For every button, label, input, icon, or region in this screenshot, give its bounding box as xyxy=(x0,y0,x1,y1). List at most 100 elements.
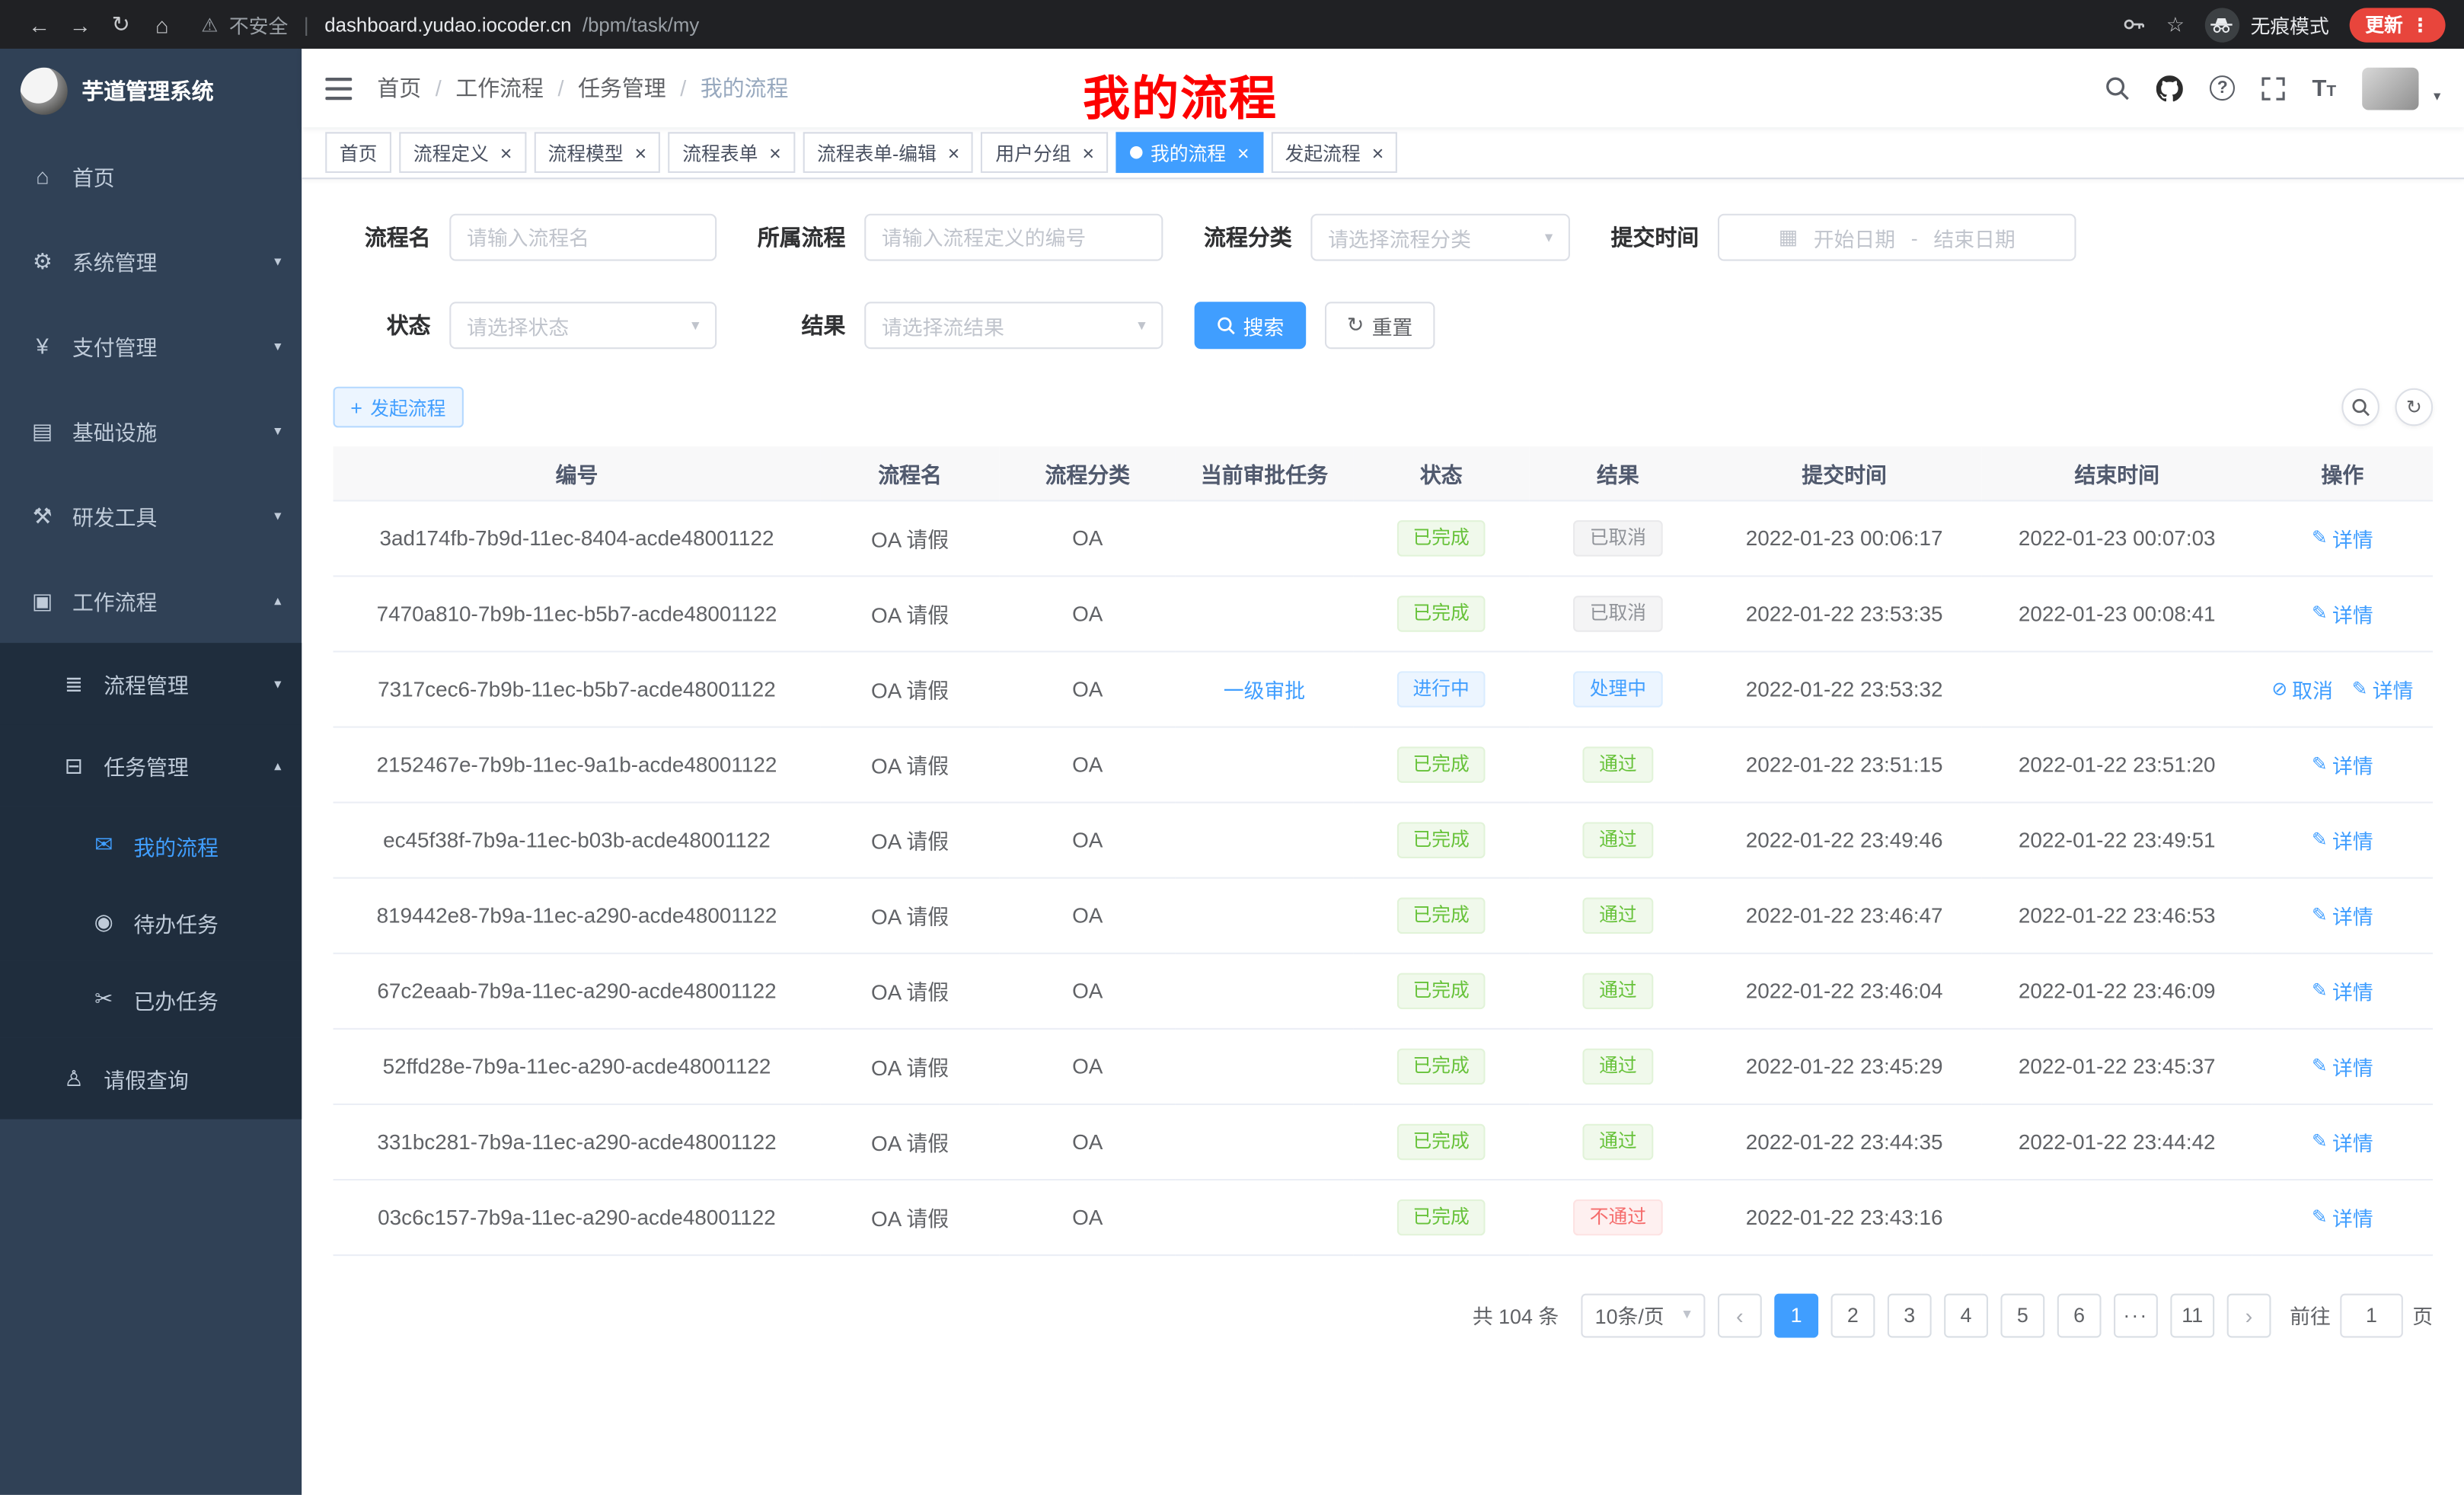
sidebar-item-leave-query[interactable]: ♙请假查询 xyxy=(0,1037,302,1119)
prev-page-button[interactable]: ‹ xyxy=(1718,1293,1762,1337)
detail-action-link[interactable]: ✎详情 xyxy=(2312,1202,2373,1231)
help-icon[interactable]: ? xyxy=(2210,75,2235,101)
toggle-search-button[interactable] xyxy=(2341,388,2379,426)
tab-close-icon[interactable]: × xyxy=(634,142,646,163)
github-icon[interactable] xyxy=(2156,75,2183,101)
reload-icon[interactable]: ↻ xyxy=(101,11,142,37)
page-button-1[interactable]: 1 xyxy=(1774,1293,1818,1337)
screen: ← → ↻ ⌂ ⚠ 不安全 | dashboard.yudao.iocoder.… xyxy=(0,0,2464,1495)
tab-process-form[interactable]: 流程表单× xyxy=(669,132,795,173)
page-button-3[interactable]: 3 xyxy=(1888,1293,1932,1337)
tab-close-icon[interactable]: × xyxy=(500,142,512,163)
home-icon[interactable]: ⌂ xyxy=(142,11,183,37)
next-page-button[interactable]: › xyxy=(2227,1293,2271,1337)
sidebar-item-infrastructure[interactable]: ▤基础设施▾ xyxy=(0,388,302,473)
cancel-action-link[interactable]: ⊘取消 xyxy=(2271,673,2333,703)
detail-action-link[interactable]: ✎详情 xyxy=(2312,825,2373,855)
update-button[interactable]: 更新 ⋮ xyxy=(2350,7,2446,41)
detail-action-link[interactable]: ✎详情 xyxy=(2312,1126,2373,1156)
key-icon[interactable] xyxy=(2122,13,2146,37)
sidebar-item-my-process[interactable]: ✉我的流程 xyxy=(0,807,302,883)
goto-page: 前往 页 xyxy=(2290,1293,2433,1337)
sidebar-item-task-management[interactable]: ⊟任务管理▴ xyxy=(0,725,302,807)
pagination-more[interactable]: ··· xyxy=(2114,1293,2158,1337)
sidebar-item-workflow[interactable]: ▣工作流程▴ xyxy=(0,558,302,643)
sidebar-item-done-tasks[interactable]: ✂已办任务 xyxy=(0,960,302,1037)
tab-my-process[interactable]: 我的流程 × xyxy=(1116,132,1263,173)
parent-process-input[interactable] xyxy=(864,214,1163,261)
result-select[interactable]: 请选择流结果 ▾ xyxy=(864,302,1163,349)
page-size-select[interactable]: 10条/页 ▾ xyxy=(1581,1293,1705,1337)
kebab-menu-icon[interactable]: ⋮ xyxy=(2411,14,2430,36)
detail-action-link[interactable]: ✎详情 xyxy=(2312,1051,2373,1081)
search-button[interactable]: 搜索 xyxy=(1195,302,1307,349)
security-label[interactable]: 不安全 xyxy=(229,9,288,39)
font-size-icon[interactable]: TT xyxy=(2312,75,2337,101)
tab-close-icon[interactable]: × xyxy=(1371,142,1384,163)
detail-action-link[interactable]: ✎详情 xyxy=(2312,522,2373,552)
url-host[interactable]: dashboard.yudao.iocoder.cn xyxy=(324,14,571,36)
sidebar-item-home[interactable]: ⌂首页 xyxy=(0,133,302,218)
sidebar-item-process-management[interactable]: ≣流程管理▾ xyxy=(0,643,302,724)
sidebar-item-todo-tasks[interactable]: ◉待办任务 xyxy=(0,883,302,960)
page-button-11[interactable]: 11 xyxy=(2170,1293,2214,1337)
breadcrumb-item-task-management[interactable]: 任务管理 xyxy=(578,72,666,104)
tab-close-icon[interactable]: × xyxy=(769,142,781,163)
fullscreen-icon[interactable] xyxy=(2261,76,2285,100)
refresh-table-button[interactable]: ↻ xyxy=(2395,388,2434,426)
submit-time-range-picker[interactable]: ▦ 开始日期 - 结束日期 xyxy=(1718,214,2076,261)
tab-close-icon[interactable]: × xyxy=(1237,142,1249,163)
page-button-2[interactable]: 2 xyxy=(1830,1293,1875,1337)
filter-row-2: 状态 请选择状态 ▾ 结果 请选择流结果 ▾ xyxy=(334,302,2434,349)
avatar[interactable] xyxy=(2363,67,2419,110)
breadcrumb-item-home[interactable]: 首页 xyxy=(377,72,421,104)
tab-process-definition[interactable]: 流程定义× xyxy=(399,132,525,173)
sidebar-item-payment-management[interactable]: ¥支付管理▾ xyxy=(0,303,302,388)
process-name-input[interactable] xyxy=(449,214,717,261)
back-icon[interactable]: ← xyxy=(19,11,60,37)
page-button-5[interactable]: 5 xyxy=(2000,1293,2044,1337)
current-task-link[interactable]: 一级审批 xyxy=(1224,679,1305,702)
forward-icon[interactable]: → xyxy=(59,11,101,37)
tab-process-model[interactable]: 流程模型× xyxy=(534,132,660,173)
search-icon[interactable] xyxy=(2105,75,2130,101)
sidebar-item-system-management[interactable]: ⚙系统管理▾ xyxy=(0,219,302,303)
tab-label: 首页 xyxy=(340,139,378,166)
tab-user-group[interactable]: 用户分组× xyxy=(981,132,1108,173)
page-button-6[interactable]: 6 xyxy=(2057,1293,2102,1337)
warning-icon: ⚠ xyxy=(201,14,218,36)
navbar-actions: ? TT ▾ xyxy=(2105,67,2440,110)
bookmark-star-icon[interactable]: ☆ xyxy=(2166,11,2185,37)
url-path[interactable]: /bpm/task/my xyxy=(582,14,699,36)
row-result: 通过 xyxy=(1529,877,1706,953)
tab-close-icon[interactable]: × xyxy=(1082,142,1094,163)
status-tag: 已完成 xyxy=(1397,1048,1486,1084)
row-result: 通过 xyxy=(1529,1104,1706,1179)
detail-action-link[interactable]: ✎详情 xyxy=(2312,598,2373,628)
incognito-label: 无痕模式 xyxy=(2251,9,2329,39)
tab-start-process[interactable]: 发起流程× xyxy=(1271,132,1397,173)
status-select[interactable]: 请选择状态 ▾ xyxy=(449,302,717,349)
detail-action-link[interactable]: ✎详情 xyxy=(2352,673,2414,703)
tab-home[interactable]: 首页 xyxy=(325,132,391,173)
row-category: OA xyxy=(1000,1179,1176,1254)
create-process-button[interactable]: + 发起流程 xyxy=(334,387,464,428)
status-tag: 已完成 xyxy=(1397,973,1486,1008)
logo[interactable]: 芋道管理系统 xyxy=(0,49,302,133)
tab-close-icon[interactable]: × xyxy=(947,142,959,163)
sidebar-toggle-icon[interactable] xyxy=(325,76,352,100)
category-select[interactable]: 请选择流程分类 ▾ xyxy=(1310,214,1570,261)
detail-action-link[interactable]: ✎详情 xyxy=(2312,900,2373,930)
tab-process-form-edit[interactable]: 流程表单-编辑× xyxy=(803,132,973,173)
chevron-down-icon: ▾ xyxy=(1138,317,1145,334)
detail-action-link[interactable]: ✎详情 xyxy=(2312,749,2373,778)
reset-button[interactable]: ↻ 重置 xyxy=(1325,302,1435,349)
page-button-4[interactable]: 4 xyxy=(1944,1293,1988,1337)
tab-label: 我的流程 xyxy=(1151,139,1226,166)
chevron-up-icon: ▴ xyxy=(274,592,281,609)
detail-action-link[interactable]: ✎详情 xyxy=(2312,976,2373,1005)
goto-page-input[interactable] xyxy=(2340,1293,2403,1337)
address-bar[interactable]: ⚠ 不安全 | dashboard.yudao.iocoder.cn/bpm/t… xyxy=(201,9,2122,39)
sidebar-item-dev-tools[interactable]: ⚒研发工具▾ xyxy=(0,473,302,557)
breadcrumb-item-workflow[interactable]: 工作流程 xyxy=(455,72,544,104)
